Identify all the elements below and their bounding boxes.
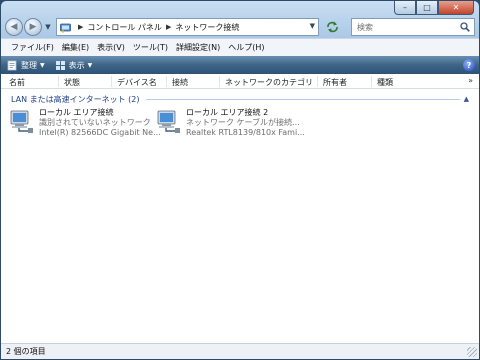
address-dropdown-icon[interactable]: ▼ xyxy=(310,22,315,30)
column-type[interactable]: 種類 xyxy=(377,77,393,88)
menu-help[interactable]: ヘルプ(H) xyxy=(228,42,264,53)
address-bar[interactable]: ▶ コントロール パネル ▶ ネットワーク接続 ▼ xyxy=(56,18,319,36)
column-header-row: 名前 状態 デバイス名 接続 ネットワークのカテゴリ 所有者 種類 » xyxy=(1,74,479,89)
menu-tools[interactable]: ツール(T) xyxy=(133,42,168,53)
menu-bar: ファイル(F) 編集(E) 表示(V) ツール(T) 詳細設定(N) ヘルプ(H… xyxy=(1,38,479,56)
connection-device: Realtek RTL8139/810x Fami... xyxy=(186,128,305,137)
more-columns-button[interactable]: » xyxy=(468,76,473,85)
column-divider[interactable] xyxy=(58,76,59,87)
status-bar: 2 個の項目 xyxy=(1,343,479,359)
views-icon xyxy=(55,60,65,70)
breadcrumb-separator-icon[interactable]: ▶ xyxy=(166,23,171,31)
menu-view[interactable]: 表示(V) xyxy=(97,42,125,53)
group-divider xyxy=(145,98,460,100)
close-button[interactable]: ✕ xyxy=(438,1,474,15)
minimize-button[interactable]: – xyxy=(394,1,416,15)
column-divider[interactable] xyxy=(166,76,167,87)
item-count: 2 個の項目 xyxy=(6,347,46,356)
help-icon[interactable]: ? xyxy=(463,59,475,71)
search-box[interactable]: 検索 xyxy=(351,18,475,36)
breadcrumb-control-panel[interactable]: コントロール パネル xyxy=(87,22,162,33)
resize-grip-icon[interactable] xyxy=(467,347,477,357)
organize-icon xyxy=(7,60,17,70)
list-item[interactable]: ローカル エリア接続 識別されていないネットワーク Intel(R) 82566… xyxy=(9,108,161,140)
search-icon[interactable] xyxy=(460,22,470,32)
menu-edit[interactable]: 編集(E) xyxy=(62,42,89,53)
connection-status: ネットワーク ケーブルが接続... xyxy=(186,118,300,127)
connection-details: ローカル エリア接続 2 ネットワーク ケーブルが接続... Realtek R… xyxy=(186,108,305,140)
column-name[interactable]: 名前 xyxy=(9,77,25,88)
group-header-lan[interactable]: LAN または高速インターネット (2) ▲ xyxy=(11,93,469,105)
command-bar: 整理 ▼ 表示 ▼ ? xyxy=(1,56,479,74)
views-button[interactable]: 表示 ▼ xyxy=(55,60,93,71)
connection-status: 識別されていないネットワーク xyxy=(39,118,151,127)
connection-name: ローカル エリア接続 xyxy=(39,108,114,117)
explorer-window: – □ ✕ ◀ ▶ ▼ ▶ コントロール パネル ▶ ネットワーク接続 ▼ 検索… xyxy=(0,0,480,360)
column-divider[interactable] xyxy=(317,76,318,87)
control-panel-icon xyxy=(60,23,71,33)
maximize-button[interactable]: □ xyxy=(416,1,438,15)
column-network-category[interactable]: ネットワークのカテゴリ xyxy=(225,77,313,88)
file-list-pane: 名前 状態 デバイス名 接続 ネットワークのカテゴリ 所有者 種類 » LAN … xyxy=(1,74,479,343)
column-device-name[interactable]: デバイス名 xyxy=(117,77,157,88)
recent-pages-dropdown-icon[interactable]: ▼ xyxy=(43,23,53,31)
group-label: LAN または高速インターネット (2) xyxy=(11,94,140,104)
column-status[interactable]: 状態 xyxy=(64,77,80,88)
refresh-button[interactable] xyxy=(321,18,345,36)
column-divider[interactable] xyxy=(219,76,220,87)
network-adapter-icon xyxy=(10,110,33,133)
menu-file[interactable]: ファイル(F) xyxy=(11,42,54,53)
window-caption-buttons: – □ ✕ xyxy=(394,1,474,15)
connection-name: ローカル エリア接続 2 xyxy=(186,108,269,117)
menu-advanced[interactable]: 詳細設定(N) xyxy=(176,42,220,53)
group-collapse-icon[interactable]: ▲ xyxy=(464,95,469,103)
navigation-bar: ◀ ▶ ▼ ▶ コントロール パネル ▶ ネットワーク接続 ▼ 検索 xyxy=(5,17,475,37)
refresh-icon xyxy=(327,21,338,33)
connection-details: ローカル エリア接続 識別されていないネットワーク Intel(R) 82566… xyxy=(39,108,161,140)
breadcrumb-separator-icon[interactable]: ▶ xyxy=(78,23,83,31)
network-adapter-icon xyxy=(157,110,180,133)
column-owner[interactable]: 所有者 xyxy=(323,77,347,88)
views-dropdown-icon: ▼ xyxy=(87,61,93,69)
column-divider[interactable] xyxy=(111,76,112,87)
forward-button[interactable]: ▶ xyxy=(24,18,42,36)
views-label: 表示 xyxy=(68,60,85,70)
organize-label: 整理 xyxy=(21,60,37,70)
organize-dropdown-icon: ▼ xyxy=(40,61,45,69)
search-placeholder: 検索 xyxy=(357,22,373,32)
back-button[interactable]: ◀ xyxy=(5,18,23,36)
breadcrumb-network-connections[interactable]: ネットワーク接続 xyxy=(175,22,239,33)
list-item[interactable]: ローカル エリア接続 2 ネットワーク ケーブルが接続... Realtek R… xyxy=(156,108,305,140)
connection-device: Intel(R) 82566DC Gigabit Ne... xyxy=(39,128,161,137)
column-connection[interactable]: 接続 xyxy=(172,77,188,88)
column-divider[interactable] xyxy=(371,76,372,87)
organize-button[interactable]: 整理 ▼ xyxy=(7,60,45,71)
